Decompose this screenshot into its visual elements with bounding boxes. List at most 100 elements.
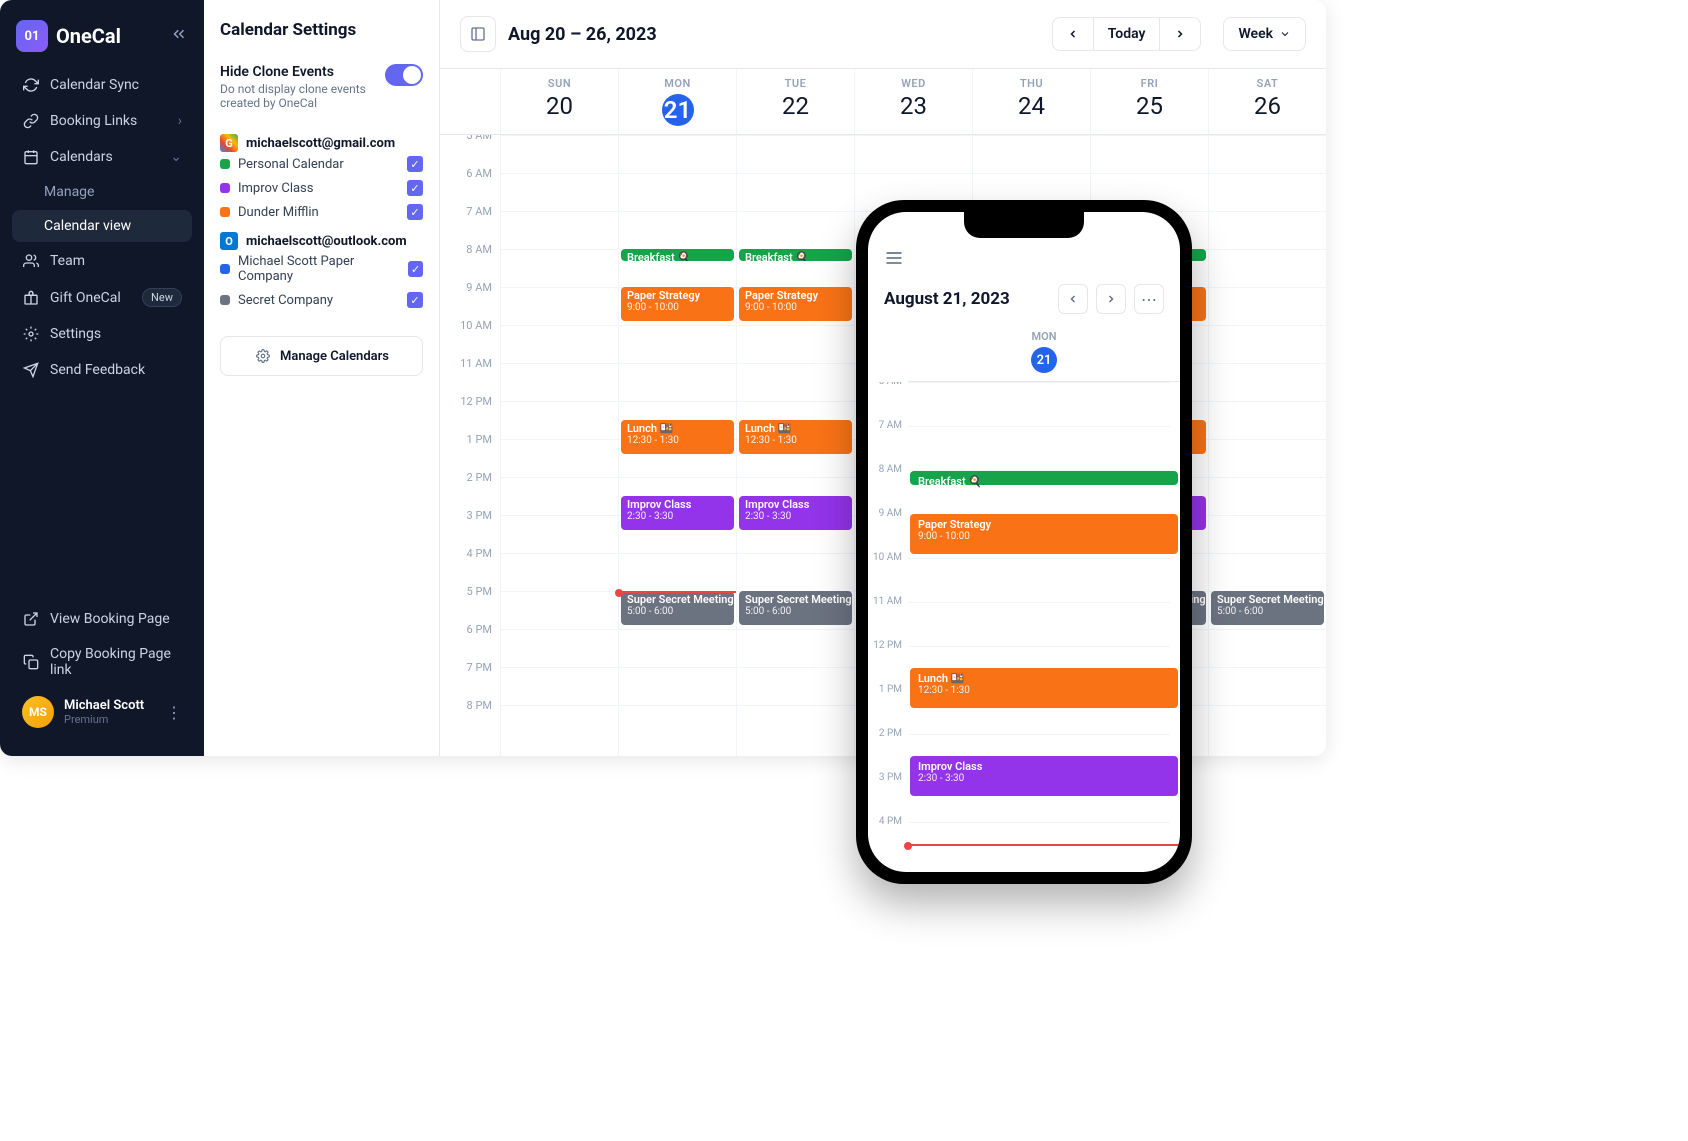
gift-icon <box>22 289 40 307</box>
phone-event[interactable]: Paper Strategy9:00 - 10:00 <box>910 514 1178 554</box>
google-icon: G <box>220 134 238 152</box>
event-time: 12:30 - 1:30 <box>745 435 846 446</box>
day-number: 20 <box>505 92 614 120</box>
calendar-event[interactable]: Breakfast 🍳 <box>621 249 734 261</box>
panel-toggle-icon[interactable] <box>460 16 496 52</box>
day-number: 26 <box>1213 92 1322 120</box>
day-name: MON <box>623 77 732 90</box>
user-menu-icon[interactable]: ⋮ <box>166 703 182 722</box>
phone-header: August 21, 2023 ⋯ <box>868 284 1180 326</box>
calendar-checkbox[interactable]: ✓ <box>407 156 423 172</box>
sidebar-subitem[interactable]: Manage <box>12 176 192 208</box>
calendar-item[interactable]: Dunder Mifflin✓ <box>220 200 423 224</box>
calendar-event[interactable]: Paper Strategy9:00 - 10:00 <box>739 287 852 321</box>
user-profile[interactable]: MSMichael ScottPremium⋮ <box>12 688 192 736</box>
next-button[interactable] <box>1160 17 1201 51</box>
calendar-item[interactable]: Improv Class✓ <box>220 176 423 200</box>
phone-now-indicator <box>908 844 1180 846</box>
chevron-down-icon: ⌄ <box>170 149 182 165</box>
sidebar-item-link[interactable]: Booking Links› <box>12 104 192 138</box>
sidebar-item-send[interactable]: Send Feedback <box>12 353 192 387</box>
phone-hour-label: 1 PM <box>868 684 908 728</box>
day-header[interactable]: THU24 <box>972 69 1090 134</box>
calendar-item[interactable]: Personal Calendar✓ <box>220 152 423 176</box>
sidebar-item-label: Calendar Sync <box>50 77 139 93</box>
account-header: Omichaelscott@outlook.com <box>220 232 423 250</box>
event-time: 12:30 - 1:30 <box>918 685 1170 696</box>
day-name: THU <box>977 77 1086 90</box>
day-name: WED <box>859 77 968 90</box>
day-header[interactable]: FRI25 <box>1090 69 1208 134</box>
calendar-checkbox[interactable]: ✓ <box>407 180 423 196</box>
day-column[interactable]: Breakfast 🍳 Paper Strategy9:00 - 10:00 Lun… <box>618 135 736 756</box>
footer-link-label: View Booking Page <box>50 611 170 627</box>
calendar-event[interactable]: Super Secret Meeting5:00 - 6:00 <box>621 591 734 625</box>
phone-prev-button[interactable] <box>1058 284 1088 314</box>
calendar-checkbox[interactable]: ✓ <box>407 204 423 220</box>
sidebar-item-calendar[interactable]: Calendars⌄ <box>12 140 192 174</box>
phone-more-button[interactable]: ⋯ <box>1134 284 1164 314</box>
sync-icon <box>22 76 40 94</box>
team-icon <box>22 252 40 270</box>
calendar-event[interactable]: Lunch 🍱12:30 - 1:30 <box>739 420 852 454</box>
day-header[interactable]: TUE22 <box>736 69 854 134</box>
event-time: 2:30 - 3:30 <box>918 773 1170 784</box>
sidebar-item-sync[interactable]: Calendar Sync <box>12 68 192 102</box>
footer-link[interactable]: View Booking Page <box>12 602 192 636</box>
day-number: 25 <box>1095 92 1204 120</box>
hide-clone-setting: Hide Clone Events Do not display clone e… <box>220 64 423 110</box>
today-button[interactable]: Today <box>1094 17 1161 51</box>
day-header[interactable]: SUN20 <box>500 69 618 134</box>
sidebar-item-team[interactable]: Team <box>12 244 192 278</box>
sidebar-item-label: Settings <box>50 326 101 342</box>
calendar-event[interactable]: Breakfast 🍳 <box>739 249 852 261</box>
day-header[interactable]: SAT26 <box>1208 69 1326 134</box>
hour-label: 5 AM <box>440 135 500 167</box>
calendar-event[interactable]: Super Secret Meeting5:00 - 6:00 <box>1211 591 1324 625</box>
sidebar-item-label: Send Feedback <box>50 362 145 378</box>
calendar-event[interactable]: Lunch 🍱12:30 - 1:30 <box>621 420 734 454</box>
prev-button[interactable] <box>1052 17 1094 51</box>
phone-event[interactable]: Lunch 🍱12:30 - 1:30 <box>910 668 1178 708</box>
hour-label: 5 PM <box>440 585 500 623</box>
calendar-event[interactable]: Improv Class2:30 - 3:30 <box>621 496 734 530</box>
gear-icon <box>22 325 40 343</box>
collapse-sidebar-icon[interactable] <box>170 25 188 47</box>
logo[interactable]: 01 OneCal <box>0 12 204 68</box>
hamburger-icon[interactable] <box>884 248 904 272</box>
calendar-color-dot <box>220 207 230 217</box>
calendar-event[interactable]: Improv Class2:30 - 3:30 <box>739 496 852 530</box>
footer-link[interactable]: Copy Booking Page link <box>12 638 192 686</box>
phone-event[interactable]: Breakfast 🍳 <box>910 471 1178 485</box>
event-title: Improv Class <box>918 760 1170 773</box>
outlook-icon: O <box>220 232 238 250</box>
day-header[interactable]: WED23 <box>854 69 972 134</box>
sidebar-subitem[interactable]: Calendar view <box>12 210 192 242</box>
phone-hour-label: 3 PM <box>868 772 908 816</box>
calendar-item[interactable]: Secret Company✓ <box>220 288 423 312</box>
calendar-event[interactable]: Paper Strategy9:00 - 10:00 <box>621 287 734 321</box>
calendar-color-dot <box>220 264 230 274</box>
day-column[interactable] <box>500 135 618 756</box>
calendar-checkbox[interactable]: ✓ <box>407 292 423 308</box>
day-column[interactable]: Breakfast 🍳 Paper Strategy9:00 - 10:00 Lun… <box>736 135 854 756</box>
phone-grid[interactable]: 6 AM7 AM8 AM9 AM10 AM11 AM12 PM1 PM2 PM3… <box>868 382 1180 872</box>
phone-date: August 21, 2023 <box>884 289 1050 309</box>
hide-clone-toggle[interactable] <box>385 64 423 86</box>
calendar-icon <box>22 148 40 166</box>
event-time: 5:00 - 6:00 <box>745 606 846 617</box>
avatar: MS <box>22 696 54 728</box>
calendar-checkbox[interactable]: ✓ <box>408 261 423 277</box>
week-header: SUN20MON21TUE22WED23THU24FRI25SAT26 <box>440 69 1326 135</box>
phone-next-button[interactable] <box>1096 284 1126 314</box>
sidebar-item-gift[interactable]: Gift OneCalNew <box>12 280 192 315</box>
view-selector[interactable]: Week <box>1223 17 1306 51</box>
calendar-event[interactable]: Super Secret Meeting5:00 - 6:00 <box>739 591 852 625</box>
day-header[interactable]: MON21 <box>618 69 736 134</box>
sidebar-item-gear[interactable]: Settings <box>12 317 192 351</box>
phone-event[interactable]: Improv Class2:30 - 3:30 <box>910 756 1178 796</box>
calendar-item[interactable]: Michael Scott Paper Company✓ <box>220 250 423 288</box>
day-column[interactable]: Super Secret Meeting5:00 - 6:00 <box>1208 135 1326 756</box>
manage-calendars-button[interactable]: Manage Calendars <box>220 336 423 376</box>
event-title: Improv Class <box>627 498 728 511</box>
